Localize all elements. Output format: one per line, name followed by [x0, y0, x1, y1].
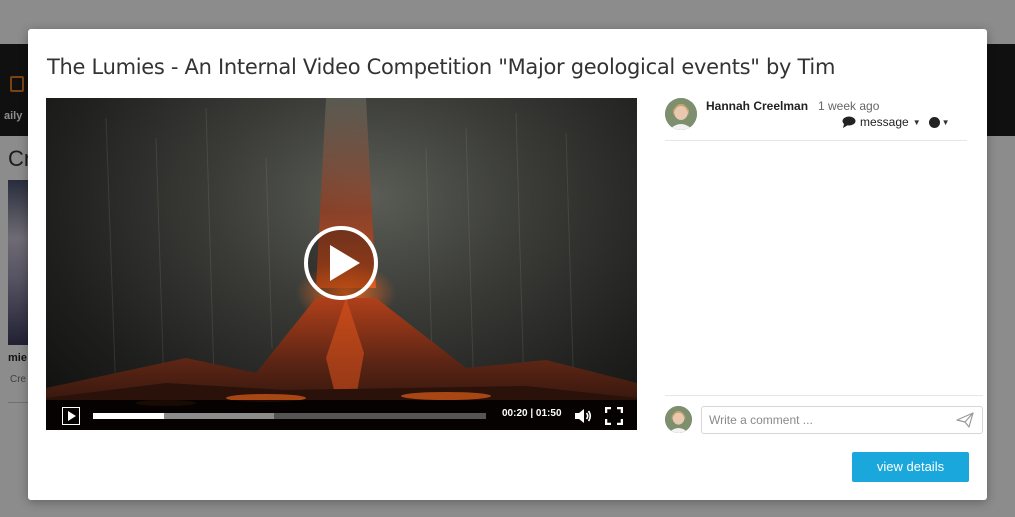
- comment-box: [701, 406, 983, 434]
- fullscreen-icon[interactable]: [605, 407, 623, 425]
- video-progress-bar[interactable]: [93, 413, 486, 419]
- post-timestamp: 1 week ago: [818, 99, 880, 113]
- video-player[interactable]: 00:20 | 01:50: [46, 98, 637, 430]
- video-modal: The Lumies - An Internal Video Competiti…: [28, 29, 987, 500]
- comment-input[interactable]: [709, 407, 949, 433]
- send-icon[interactable]: [956, 412, 974, 428]
- speech-bubble-icon: [842, 116, 856, 128]
- status-dot-icon: [928, 116, 940, 128]
- status-dropdown[interactable]: ▼: [928, 116, 950, 128]
- view-details-button[interactable]: view details: [852, 452, 969, 482]
- author-actions: message ▼ ▼: [842, 115, 950, 129]
- chevron-down-icon: ▼: [912, 117, 921, 127]
- video-controls: 00:20 | 01:50: [46, 400, 637, 430]
- current-user-avatar: [665, 406, 692, 433]
- message-label: message: [860, 115, 909, 129]
- chevron-down-icon: ▼: [941, 117, 950, 127]
- modal-title: The Lumies - An Internal Video Competiti…: [47, 55, 836, 79]
- play-icon: [330, 245, 360, 281]
- message-button[interactable]: message ▼: [842, 115, 921, 129]
- video-time: 00:20 | 01:50: [502, 408, 562, 419]
- author-name[interactable]: Hannah Creelman: [706, 99, 808, 113]
- video-progress-fill: [93, 413, 164, 419]
- author-avatar[interactable]: [665, 98, 697, 130]
- avatar-image: [665, 98, 697, 130]
- divider: [665, 140, 967, 141]
- avatar-image: [665, 406, 692, 433]
- big-play-button[interactable]: [304, 226, 378, 300]
- volume-icon[interactable]: [574, 408, 592, 424]
- play-icon[interactable]: [62, 407, 80, 425]
- divider: [665, 395, 983, 396]
